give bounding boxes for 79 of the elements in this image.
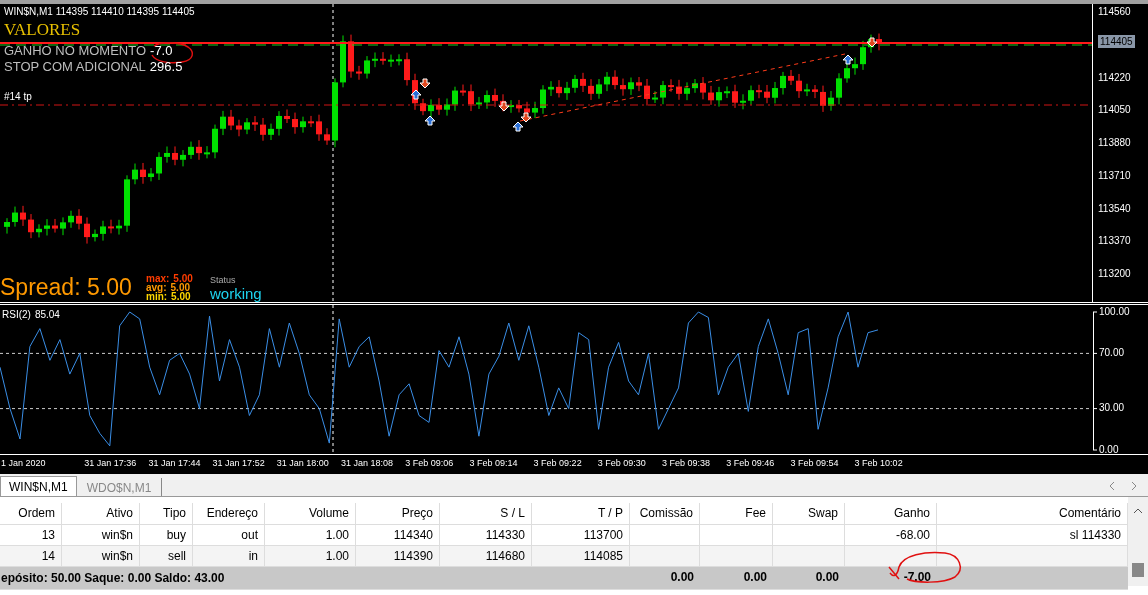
price-label: 113880 xyxy=(1098,137,1131,148)
column-header: Comissão xyxy=(630,503,700,524)
gain-value: -7.0 xyxy=(150,43,173,58)
column-header: Ativo xyxy=(62,503,140,524)
price-label: 113540 xyxy=(1098,202,1131,214)
price-label: 113200 xyxy=(1098,268,1131,279)
rsi-axis-label: 30.00 xyxy=(1099,402,1125,414)
time-label: 3 Feb 09:54 xyxy=(790,458,839,468)
column-header: Endereço xyxy=(193,503,265,524)
table-cell: -68.00 xyxy=(845,525,937,545)
time-label: 3 Feb 09:30 xyxy=(597,458,646,468)
price-label: 113370 xyxy=(1098,235,1131,247)
table-cell: win$n xyxy=(62,525,140,545)
time-label: 3 Feb 09:06 xyxy=(405,458,454,468)
column-header: Tipo xyxy=(140,503,193,524)
rsi-series-name: RSI(2) xyxy=(2,309,31,320)
time-label: 3 Feb 09:46 xyxy=(726,458,775,468)
time-label: 3 Feb 10:02 xyxy=(854,458,903,468)
time-label: 3 Feb 09:14 xyxy=(469,458,518,468)
price-label: 113710 xyxy=(1098,169,1131,181)
stop-label: STOP COM ADICIONAL xyxy=(4,59,146,74)
table-cell: 114330 xyxy=(440,525,532,545)
time-label: 1 Jan 2020 xyxy=(1,458,46,468)
rsi-axis-label: 100.00 xyxy=(1099,305,1130,317)
column-header: Ordem xyxy=(0,503,62,524)
stop-value: 296.5 xyxy=(149,59,183,74)
summary-cell-text: -7.00 xyxy=(902,569,932,586)
time-label: 3 Feb 09:22 xyxy=(533,458,582,468)
time-label: 31 Jan 17:52 xyxy=(212,458,265,468)
table-cell: 113700 xyxy=(532,525,630,545)
table-cell: 1.00 xyxy=(265,525,356,545)
spread-value: Spread: 5.00 xyxy=(0,274,132,301)
table-cell: out xyxy=(193,525,265,545)
column-header: Fee xyxy=(700,503,773,524)
status-value: working xyxy=(210,285,262,302)
summary-cell-text: 0.00 xyxy=(742,569,768,586)
table-cell: 1.00 xyxy=(265,546,356,566)
stat-label: avg: xyxy=(146,283,167,292)
stat-value: 5.00 xyxy=(173,274,193,283)
time-label: 31 Jan 17:44 xyxy=(148,458,201,468)
table-cell: buy xyxy=(140,525,193,545)
stat-label: min: xyxy=(146,292,168,301)
column-header: Ganho xyxy=(845,503,937,524)
status-label: Status xyxy=(210,275,236,285)
rsi-axis-label: 0.00 xyxy=(1099,443,1119,455)
gain-label: GANHO NO MOMENTO xyxy=(4,43,147,58)
column-header: Swap xyxy=(773,503,845,524)
stat-label: max: xyxy=(146,274,170,283)
rsi-axis-label: 70.00 xyxy=(1099,347,1125,359)
table-cell: 114390 xyxy=(356,546,440,566)
table-cell: 114085 xyxy=(532,546,630,566)
summary-cell-text: 0.00 xyxy=(669,569,695,586)
rsi-value: 85.04 xyxy=(34,309,60,320)
price-label: 114560 xyxy=(1098,6,1131,17)
table-cell: win$n xyxy=(62,546,140,566)
time-label: 3 Feb 09:38 xyxy=(662,458,711,468)
symbol-quote: WIN$N,M1 114395 114410 114395 114405 xyxy=(4,6,195,17)
chart-heading: VALORES xyxy=(4,20,81,40)
table-cell: in xyxy=(193,546,265,566)
column-header: Volume xyxy=(265,503,356,524)
current-price-tag: 114405 xyxy=(1098,35,1135,48)
table-cell: 114340 xyxy=(356,525,440,545)
time-label: 31 Jan 17:36 xyxy=(84,458,137,468)
summary-cell-text: 0.00 xyxy=(814,569,840,586)
table-cell: sell xyxy=(140,546,193,566)
account-summary: epósito: 50.00 Saque: 0.00 Saldo: 43.00 xyxy=(1,571,226,585)
stat-value: 5.00 xyxy=(170,283,191,292)
tp-label: #14 tp xyxy=(4,91,32,102)
price-label: 114050 xyxy=(1098,104,1131,116)
table-cell: 14 xyxy=(0,546,62,566)
column-header: S / L xyxy=(440,503,532,524)
table-cell: 114680 xyxy=(440,546,532,566)
column-header: T / P xyxy=(532,503,630,524)
time-label: 31 Jan 18:00 xyxy=(276,458,329,468)
price-label: 114220 xyxy=(1098,71,1131,83)
stat-value: 5.00 xyxy=(171,292,191,301)
column-header: Preço xyxy=(356,503,440,524)
time-label: 31 Jan 18:08 xyxy=(341,458,394,468)
table-cell: 13 xyxy=(0,525,62,545)
